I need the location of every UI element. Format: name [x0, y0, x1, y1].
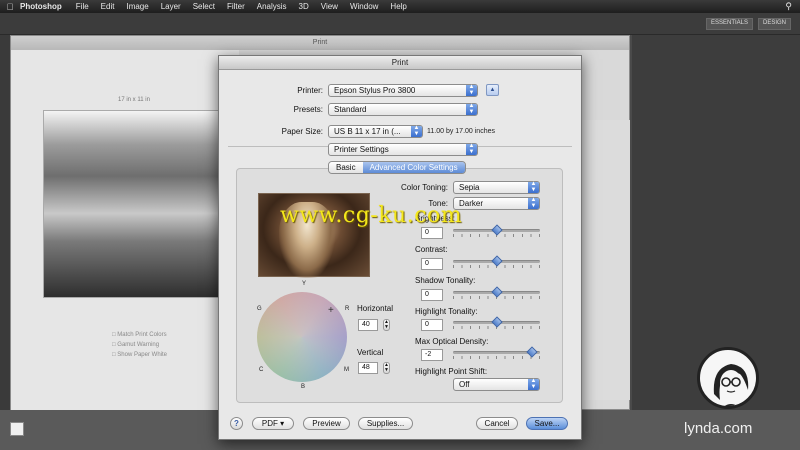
max-optical-density-input[interactable]: -2 [421, 349, 443, 361]
preview-button[interactable]: Preview [303, 417, 350, 430]
updown-arrows-icon: ▲ ▼ [466, 103, 477, 115]
menu-image[interactable]: Image [126, 2, 148, 11]
presets-select[interactable]: Standard ▲ ▼ [328, 103, 478, 116]
help-button[interactable]: ? [230, 417, 243, 430]
corner-control[interactable] [10, 422, 24, 436]
printer-select-value: Epson Stylus Pro 3800 [334, 86, 416, 95]
axis-g-label: G [257, 306, 262, 312]
show-paper-white-checkbox[interactable]: □ Show Paper White [112, 350, 167, 360]
highlight-point-shift-select[interactable]: Off ▲ ▼ [453, 378, 540, 391]
menu-file[interactable]: File [76, 2, 89, 11]
paper-dimensions: 11.00 by 17.00 inches [427, 128, 495, 135]
highlight-point-shift-select-value: Off [459, 380, 470, 389]
background-size-label: 17 in x 11 in [118, 97, 150, 103]
background-print-title: Print [11, 36, 629, 50]
color-toning-select-value: Sepia [459, 183, 480, 192]
updown-arrows-icon: ▲ ▼ [528, 181, 539, 193]
workspace-design-button[interactable]: DESIGN [758, 18, 792, 30]
save-button[interactable]: Save... [526, 417, 568, 430]
updown-arrows-icon: ▲ ▼ [528, 197, 539, 209]
shadow-tonality-input[interactable]: 0 [421, 289, 443, 301]
tone-select[interactable]: Darker ▲ ▼ [453, 197, 540, 210]
updown-arrows-icon: ▲ ▼ [411, 125, 422, 137]
updown-arrows-icon: ▲ ▼ [466, 143, 477, 155]
watermark-text: www.cg-ku.com [280, 203, 463, 228]
tools-panel [0, 35, 10, 450]
printer-label: Printer: [297, 86, 323, 95]
horizontal-stepper[interactable]: ▲ ▼ [383, 319, 390, 331]
print-dialog-title: Print [219, 56, 581, 70]
axis-m-label: M [344, 367, 349, 373]
presets-label: Presets: [293, 105, 323, 114]
paper-size-label: Paper Size: [281, 127, 323, 136]
expand-triangle-icon[interactable]: ▲ [486, 84, 499, 96]
contrast-input[interactable]: 0 [421, 258, 443, 270]
menu-select[interactable]: Select [193, 2, 215, 11]
contrast-label: Contrast: [415, 245, 448, 254]
horizontal-input[interactable]: 40 [358, 319, 378, 331]
presets-select-value: Standard [334, 105, 367, 114]
lynda-logo-icon [697, 347, 759, 409]
pdf-button[interactable]: PDF ▾ [252, 417, 294, 430]
match-print-colors-checkbox[interactable]: □ Match Print Colors [112, 330, 167, 340]
highlight-point-shift-label: Highlight Point Shift: [415, 367, 488, 376]
menu-edit[interactable]: Edit [101, 2, 115, 11]
vertical-label: Vertical [357, 348, 384, 357]
background-photo-preview [43, 110, 223, 298]
menu-3d[interactable]: 3D [299, 2, 309, 11]
updown-arrows-icon: ▲ ▼ [528, 378, 539, 390]
horizontal-label: Horizontal [357, 304, 394, 313]
updown-arrows-icon: ▲ ▼ [466, 84, 477, 96]
brightness-input[interactable]: 0 [421, 227, 443, 239]
panel-select-value: Printer Settings [334, 145, 389, 154]
apple-icon[interactable]:  [0, 2, 20, 12]
tone-select-value: Darker [459, 199, 484, 208]
axis-b-label: B [301, 384, 306, 390]
vertical-input[interactable]: 48 [358, 362, 378, 374]
shadow-tonality-label: Shadow Tonality: [415, 276, 476, 285]
highlight-tonality-input[interactable]: 0 [421, 319, 443, 331]
spotlight-icon[interactable]: ⚲ [785, 1, 792, 12]
menu-help[interactable]: Help [390, 2, 406, 11]
tab-advanced-color-settings[interactable]: Advanced Color Settings [362, 162, 465, 173]
cancel-button[interactable]: Cancel [476, 417, 518, 430]
menu-view[interactable]: View [321, 2, 338, 11]
paper-size-select-value: US B 11 x 17 in (... [334, 127, 401, 136]
highlight-tonality-label: Highlight Tonality: [415, 307, 478, 316]
supplies-button[interactable]: Supplies... [358, 417, 413, 430]
menu-analysis[interactable]: Analysis [257, 2, 287, 11]
max-optical-density-label: Max Optical Density: [415, 337, 489, 346]
panel-select[interactable]: Printer Settings ▲ ▼ [328, 143, 478, 156]
vertical-stepper[interactable]: ▲ ▼ [383, 362, 390, 374]
printer-select[interactable]: Epson Stylus Pro 3800 ▲ ▼ [328, 84, 478, 97]
gamut-warning-checkbox[interactable]: □ Gamut Warning [112, 340, 167, 350]
max-optical-density-ticks [453, 356, 540, 359]
background-settings-area [575, 120, 630, 400]
options-bar: ESSENTIALS DESIGN [0, 13, 800, 35]
axis-r-label: R [345, 306, 350, 312]
paper-size-select[interactable]: US B 11 x 17 in (... ▲ ▼ [328, 125, 423, 138]
axis-y-label: Y [302, 281, 307, 287]
color-toning-select[interactable]: Sepia ▲ ▼ [453, 181, 540, 194]
menu-filter[interactable]: Filter [227, 2, 245, 11]
menu-bar:  Photoshop File Edit Image Layer Select… [0, 0, 800, 13]
tab-segmented-control: Basic Advanced Color Settings [328, 161, 466, 174]
tab-basic[interactable]: Basic [329, 162, 363, 173]
workspace-essentials-button[interactable]: ESSENTIALS [706, 18, 754, 30]
crosshair-icon[interactable]: + [328, 305, 334, 316]
background-checkboxes: □ Match Print Colors □ Gamut Warning □ S… [112, 330, 167, 360]
color-toning-label: Color Toning: [401, 183, 448, 192]
lynda-brand-text: lynda.com [684, 420, 753, 437]
menu-layer[interactable]: Layer [161, 2, 181, 11]
menu-window[interactable]: Window [350, 2, 378, 11]
axis-c-label: C [259, 367, 264, 373]
menu-app-name[interactable]: Photoshop [20, 2, 62, 11]
